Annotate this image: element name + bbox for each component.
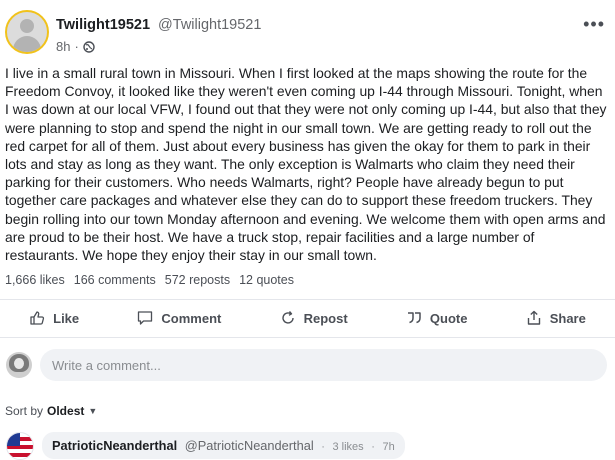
chevron-down-icon[interactable]: ▼ (88, 406, 97, 416)
post-meta: 8h · (56, 39, 95, 54)
post-stats: 1,666 likes 166 comments 572 reposts 12 … (5, 273, 294, 287)
quote-icon (407, 312, 421, 324)
comment-likes[interactable]: 3 likes (332, 441, 363, 453)
commenter-handle[interactable]: @PatrioticNeanderthal (185, 438, 314, 453)
comment-composer (6, 348, 607, 382)
thumbs-up-icon (30, 311, 45, 325)
divider (0, 337, 615, 338)
comment-icon (138, 311, 153, 325)
commenter-name[interactable]: PatrioticNeanderthal (52, 438, 177, 453)
quote-button[interactable]: Quote (398, 306, 476, 330)
more-options-icon[interactable]: ••• (583, 14, 605, 35)
quote-label: Quote (429, 310, 468, 326)
like-button[interactable]: Like (21, 306, 87, 330)
post-header: Twilight19521 @Twilight19521 8h · ••• (5, 10, 615, 60)
share-label: Share (549, 310, 586, 326)
repost-label: Repost (303, 310, 348, 326)
repost-icon (281, 311, 294, 324)
comment-item: PatrioticNeanderthal @PatrioticNeanderth… (6, 432, 615, 460)
comment-input[interactable] (40, 349, 607, 381)
author-avatar[interactable] (5, 10, 49, 54)
comments-count[interactable]: 166 comments (74, 273, 156, 287)
quotes-count[interactable]: 12 quotes (239, 273, 294, 287)
sort-dropdown[interactable]: Oldest (47, 404, 84, 418)
globe-icon (83, 40, 95, 53)
sort-label: Sort by (5, 404, 44, 418)
comment-separator: · (321, 441, 325, 453)
post-body-text: I live in a small rural town in Missouri… (5, 65, 607, 264)
comment-label: Comment (161, 310, 222, 326)
comment-separator: · (371, 441, 375, 453)
share-button[interactable]: Share (518, 306, 594, 330)
post-time[interactable]: 8h (56, 39, 70, 54)
author-handle[interactable]: @Twilight19521 (158, 17, 261, 33)
action-bar: Like Comment Repost Quote Share (0, 300, 615, 336)
comment-bubble: PatrioticNeanderthal @PatrioticNeanderth… (42, 432, 405, 459)
current-user-avatar[interactable] (6, 352, 32, 378)
comment-button[interactable]: Comment (129, 306, 229, 330)
author-name[interactable]: Twilight19521 (56, 17, 150, 33)
commenter-avatar[interactable] (6, 432, 34, 460)
share-icon (527, 310, 540, 325)
author-line: Twilight19521 @Twilight19521 (56, 17, 261, 33)
meta-separator: · (74, 39, 79, 54)
repost-button[interactable]: Repost (272, 306, 356, 330)
like-label: Like (53, 310, 80, 326)
likes-count[interactable]: 1,666 likes (5, 273, 65, 287)
sort-control: Sort by Oldest ▼ (5, 404, 97, 418)
reposts-count[interactable]: 572 reposts (165, 273, 230, 287)
comment-time[interactable]: 7h (382, 441, 394, 453)
